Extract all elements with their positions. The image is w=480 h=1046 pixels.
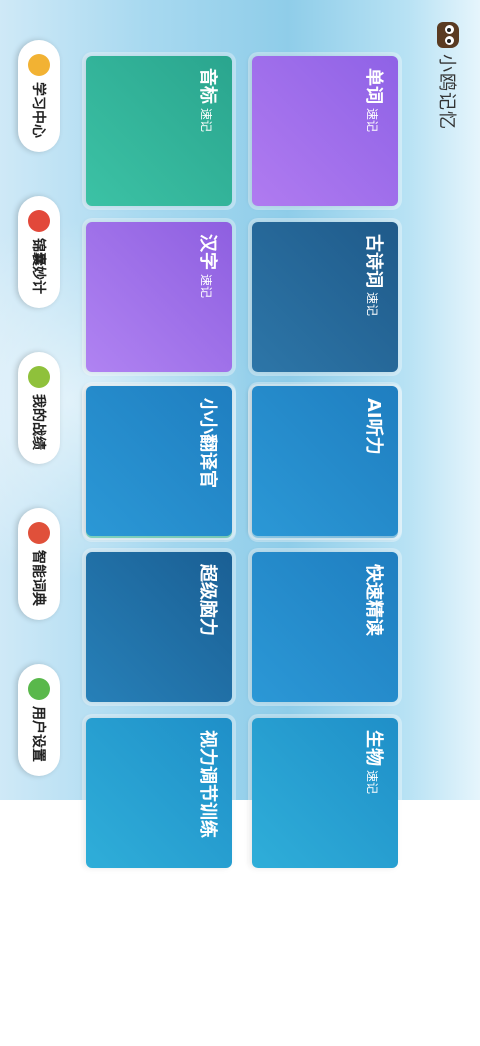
card-title: 快速精读	[363, 564, 384, 636]
trophy-icon	[28, 366, 50, 388]
card-bio[interactable]: 生物速记	[252, 718, 398, 868]
nav-label: 智能词典	[30, 550, 46, 606]
nav-dictionary[interactable]: 智能词典	[18, 508, 60, 620]
nav-label: 我的战绩	[30, 394, 46, 450]
card-brain[interactable]: 超级脑力	[86, 552, 232, 702]
card-title: 超级脑力	[197, 564, 218, 636]
card-title: 音标	[197, 68, 218, 104]
card-words[interactable]: 单词速记	[252, 56, 398, 206]
module-grid-2: AI听力 快速精读 生物速记 小小翻译官 超级脑力 视力调节训练	[68, 386, 398, 1046]
screen: 小鸥记忆 单词速记 古诗词速记 历史速记 音标速记 汉字速记 地理速记	[0, 0, 480, 868]
bag-icon	[28, 210, 50, 232]
card-speed-reading[interactable]: 快速精读	[252, 552, 398, 702]
card-title: 小小翻译官	[197, 398, 218, 488]
owl-logo-icon	[437, 22, 459, 48]
card-phonetic[interactable]: 音标速记	[86, 56, 232, 206]
study-icon	[28, 54, 50, 76]
card-title: 生物	[363, 730, 384, 766]
book-icon	[28, 522, 50, 544]
card-subtitle: 速记	[365, 292, 379, 317]
card-hanzi[interactable]: 汉字速记	[86, 222, 232, 372]
card-subtitle: 速记	[199, 274, 213, 299]
card-title: 古诗词	[363, 234, 384, 288]
nav-tips[interactable]: 锦囊妙计	[18, 196, 60, 308]
card-subtitle: 速记	[365, 108, 379, 133]
gear-icon	[28, 678, 50, 700]
card-translator[interactable]: 小小翻译官	[86, 386, 232, 536]
nav-records[interactable]: 我的战绩	[18, 352, 60, 464]
card-title: AI听力	[363, 398, 384, 455]
card-title: 汉字	[197, 234, 218, 270]
nav-study-center[interactable]: 学习中心	[18, 40, 60, 152]
nav-label: 用户设置	[30, 706, 46, 762]
nav-settings[interactable]: 用户设置	[18, 664, 60, 776]
card-title: 视力调节训练	[197, 730, 218, 838]
nav-label: 锦囊妙计	[30, 238, 46, 294]
card-subtitle: 速记	[199, 108, 213, 133]
app-name: 小鸥记忆	[436, 54, 457, 130]
card-vision[interactable]: 视力调节训练	[86, 718, 232, 868]
card-subtitle: 速记	[365, 770, 379, 795]
card-ai-listening[interactable]: AI听力	[252, 386, 398, 536]
top-bar: 小鸥记忆	[416, 0, 480, 800]
card-poems[interactable]: 古诗词速记	[252, 222, 398, 372]
nav-label: 学习中心	[30, 82, 46, 138]
app-logo: 小鸥记忆	[426, 22, 470, 130]
card-title: 单词	[363, 68, 384, 104]
bottom-nav: 学习中心 锦囊妙计 我的战绩 智能词典 用户设置	[0, 0, 78, 800]
